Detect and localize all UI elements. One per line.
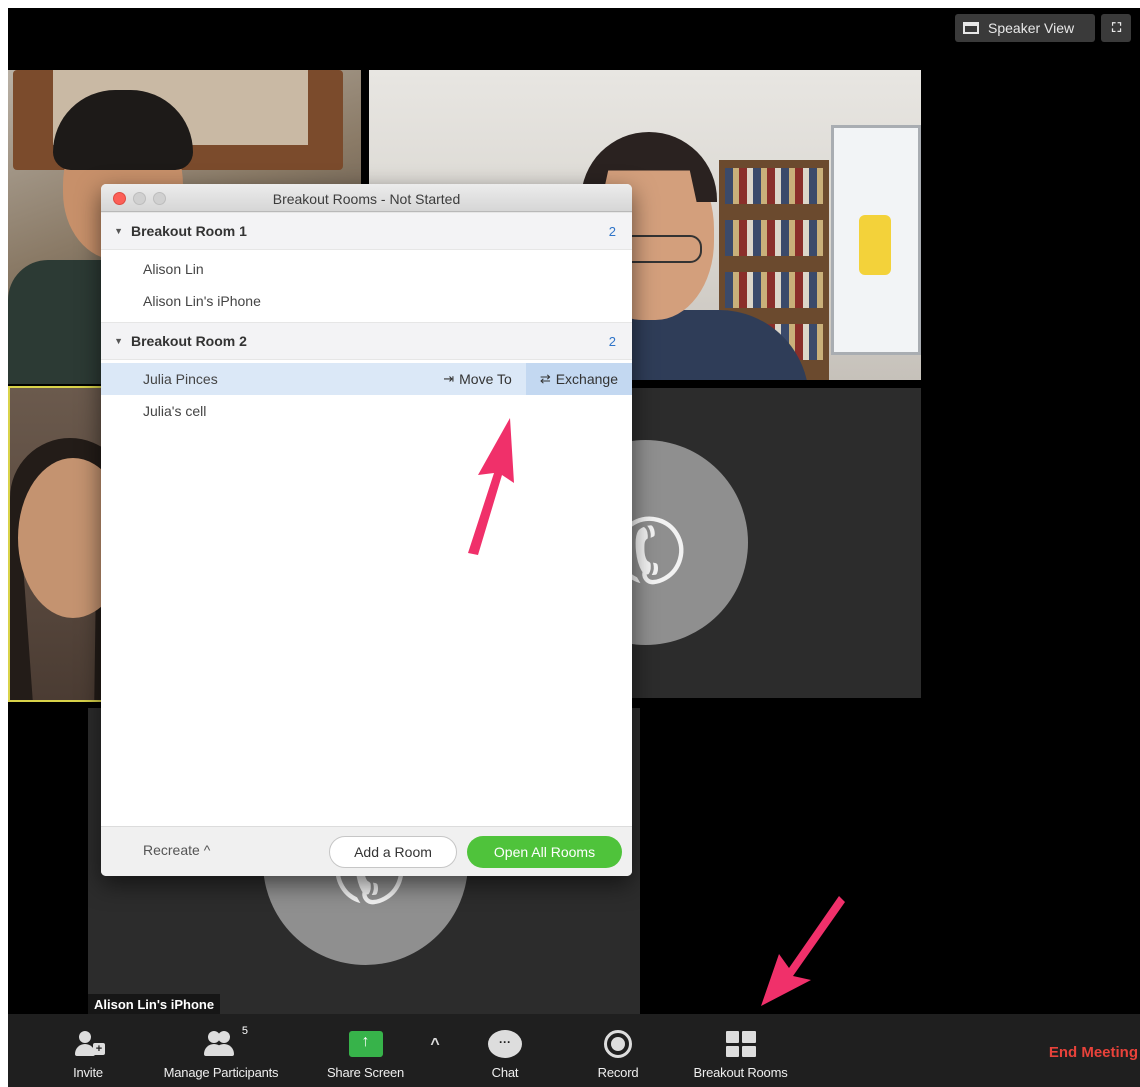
chevron-up-icon: ^	[430, 1036, 440, 1053]
breakout-rooms-dialog: Breakout Rooms - Not Started ▼ Breakout …	[101, 184, 632, 876]
annotation-arrow-exchange	[468, 418, 514, 555]
breakout-rooms-label: Breakout Rooms	[693, 1065, 788, 1080]
fullscreen-button[interactable]: ⛶	[1101, 14, 1131, 42]
open-all-rooms-button[interactable]: Open All Rooms	[467, 836, 622, 868]
room-member-count: 2	[608, 223, 616, 239]
room-member-count: 2	[608, 333, 616, 349]
share-screen-button[interactable]: ↑ Share Screen	[313, 1014, 418, 1087]
member-row[interactable]: Alison Lin's iPhone	[101, 285, 632, 317]
dialog-titlebar[interactable]: Breakout Rooms - Not Started	[101, 184, 632, 212]
video-tile-participant-3[interactable]	[8, 386, 101, 702]
member-name: Julia Pinces	[143, 371, 218, 387]
invite-button[interactable]: + Invite	[63, 1014, 113, 1087]
exchange-button[interactable]: ⇄ Exchange	[525, 363, 632, 395]
room-1-member-list: Alison Lin Alison Lin's iPhone	[101, 250, 632, 322]
speaker-view-label: Speaker View	[988, 20, 1075, 36]
collapse-caret-icon[interactable]: ▼	[101, 226, 131, 236]
member-row-actions: ⇥ Move To ⇄ Exchange	[429, 363, 632, 395]
recreate-menu-button[interactable]: Recreate ^	[143, 842, 210, 858]
move-to-button[interactable]: ⇥ Move To	[429, 363, 526, 395]
share-options-button[interactable]: ^	[420, 1014, 450, 1087]
breakout-rooms-icon	[725, 1027, 756, 1061]
chat-button[interactable]: ··· Chat	[480, 1014, 530, 1087]
dialog-footer: Recreate ^ Add a Room Open All Rooms	[101, 826, 632, 876]
room-name: Breakout Room 2	[131, 333, 247, 349]
collapse-caret-icon[interactable]: ▼	[101, 336, 131, 346]
end-meeting-button[interactable]: End Meeting	[1049, 1044, 1138, 1061]
fullscreen-icon: ⛶	[1111, 20, 1121, 35]
invite-label: Invite	[73, 1065, 103, 1080]
record-icon	[604, 1027, 632, 1061]
chat-label: Chat	[491, 1065, 519, 1080]
record-label: Record	[597, 1065, 639, 1080]
room-name: Breakout Room 1	[131, 223, 247, 239]
breakout-rooms-button[interactable]: Breakout Rooms	[678, 1014, 803, 1087]
member-name: Alison Lin	[143, 261, 204, 277]
room-header-1[interactable]: ▼ Breakout Room 1 2	[101, 212, 632, 250]
speaker-view-icon	[963, 22, 979, 34]
manage-participants-label: Manage Participants	[163, 1065, 279, 1080]
chevron-up-icon: ^	[203, 842, 211, 858]
room-header-2[interactable]: ▼ Breakout Room 2 2	[101, 322, 632, 360]
record-button[interactable]: Record	[588, 1014, 648, 1087]
meeting-window: Speaker View ⛶ ✆ ✆ Alison Lin's iPhon	[8, 8, 1140, 1087]
share-screen-icon: ↑	[348, 1027, 383, 1061]
yellow-shirt	[859, 215, 891, 275]
member-row[interactable]: Julia's cell	[101, 395, 632, 427]
participants-icon: 5	[204, 1025, 248, 1061]
exchange-label: Exchange	[555, 371, 618, 387]
member-row[interactable]: Alison Lin	[101, 253, 632, 285]
meeting-toolbar: + Invite 5 Manage Participants ↑ Share S…	[8, 1014, 1140, 1087]
member-row-selected[interactable]: Julia Pinces ⇥ Move To ⇄ Exchange	[101, 363, 632, 395]
member-name: Julia's cell	[143, 403, 207, 419]
manage-participants-button[interactable]: 5 Manage Participants	[146, 1014, 296, 1087]
room-2-member-list: Julia Pinces ⇥ Move To ⇄ Exchange Julia'…	[101, 360, 632, 427]
move-to-label: Move To	[459, 371, 512, 387]
share-screen-label: Share Screen	[326, 1065, 405, 1080]
speaker-view-button[interactable]: Speaker View	[955, 14, 1095, 42]
exchange-icon: ⇄	[539, 371, 551, 386]
add-room-button[interactable]: Add a Room	[329, 836, 457, 868]
chat-icon: ···	[488, 1027, 522, 1061]
annotation-arrow-breakout	[761, 896, 845, 1006]
member-name: Alison Lin's iPhone	[143, 293, 261, 309]
invite-icon: +	[75, 1027, 105, 1061]
participant-count-badge: 5	[241, 1025, 248, 1037]
move-to-icon: ⇥	[443, 371, 455, 386]
dialog-title: Breakout Rooms - Not Started	[272, 191, 461, 207]
participant-name-label: Alison Lin's iPhone	[88, 994, 221, 1015]
recreate-label: Recreate	[143, 842, 200, 858]
